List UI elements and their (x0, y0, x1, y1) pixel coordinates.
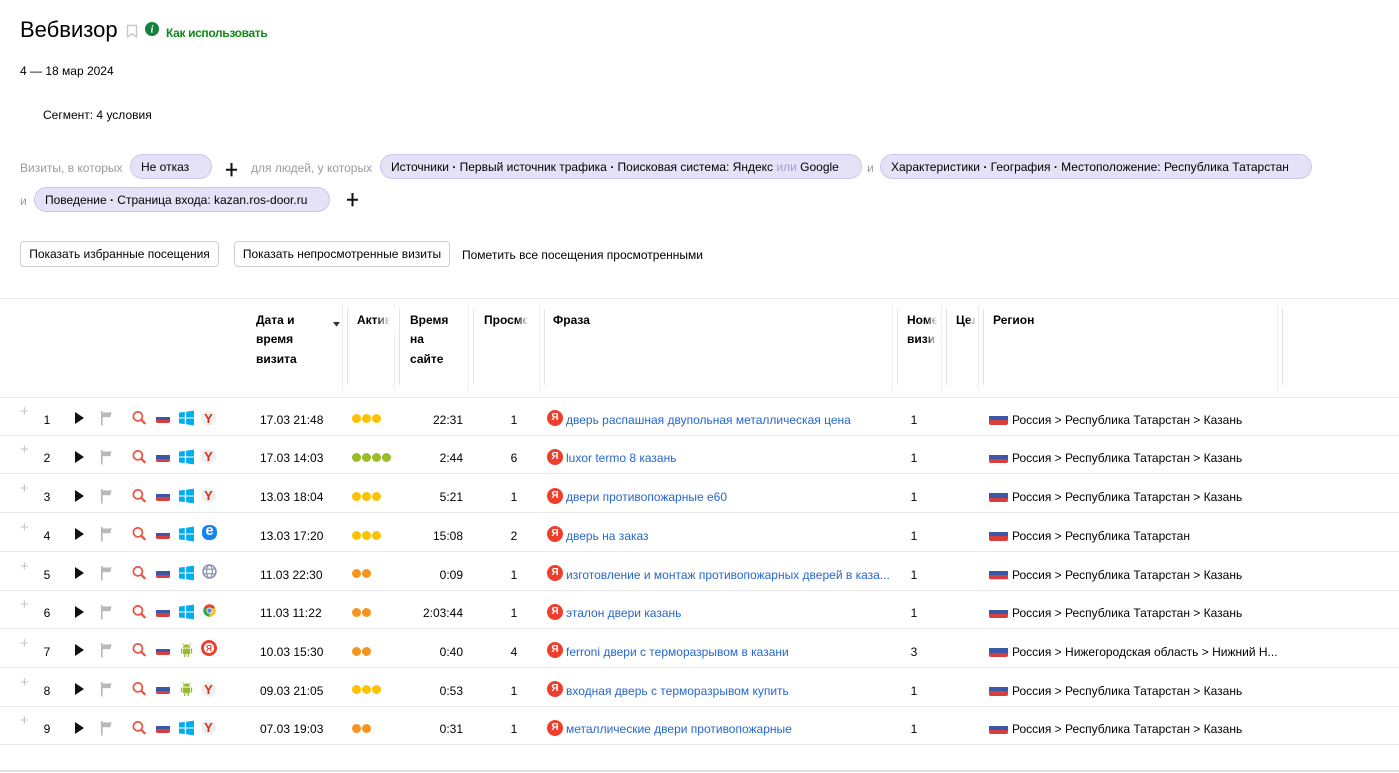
svg-text:i: i (151, 25, 154, 36)
svg-text:Я: Я (206, 644, 212, 653)
